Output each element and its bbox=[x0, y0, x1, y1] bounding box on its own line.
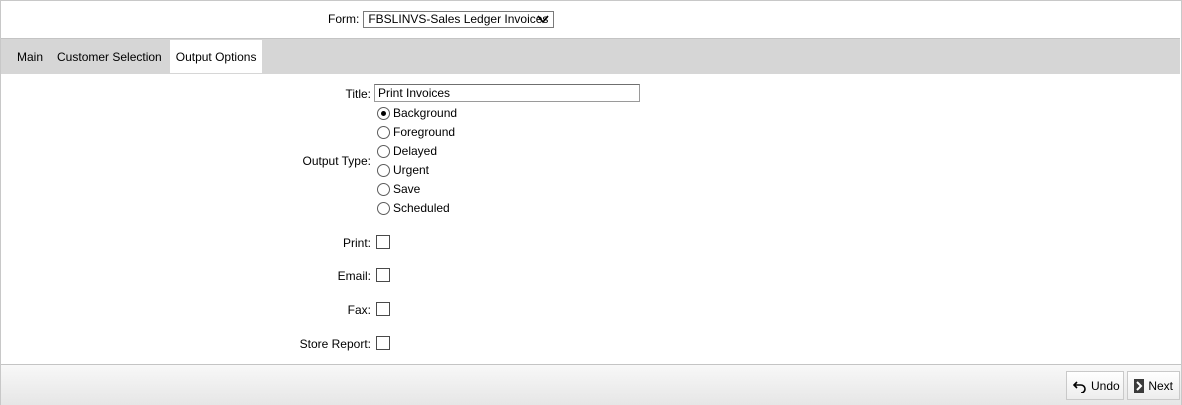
email-label: Email: bbox=[337, 269, 371, 283]
print-label: Print: bbox=[342, 236, 371, 250]
radio-button[interactable] bbox=[377, 106, 390, 120]
output-type-label: Output Type: bbox=[302, 154, 372, 168]
tab-bar: Main Customer Selection Output Options bbox=[1, 38, 1180, 74]
store-report-checkbox[interactable] bbox=[376, 336, 390, 350]
form-label: Form: bbox=[328, 12, 360, 26]
radio-label: Scheduled bbox=[393, 201, 450, 215]
tab-output-options[interactable]: Output Options bbox=[169, 40, 263, 73]
radio-background[interactable]: Background bbox=[377, 105, 457, 121]
radio-button[interactable] bbox=[377, 144, 390, 158]
form-selector-row: Form: FBSLINVS-Sales Ledger Invoices bbox=[328, 10, 555, 28]
footer-bar: Undo Next bbox=[1, 364, 1181, 405]
tab-customer-selection[interactable]: Customer Selection bbox=[51, 40, 168, 73]
tab-label: Main bbox=[17, 49, 44, 64]
radio-label: Delayed bbox=[393, 144, 438, 158]
chevron-right-icon bbox=[1134, 378, 1145, 393]
form-select[interactable]: FBSLINVS-Sales Ledger Invoices bbox=[363, 10, 555, 28]
radio-button[interactable] bbox=[377, 163, 390, 177]
next-button[interactable]: Next bbox=[1127, 371, 1180, 400]
print-checkbox[interactable] bbox=[376, 235, 390, 249]
radio-delayed[interactable]: Delayed bbox=[377, 143, 437, 159]
radio-scheduled[interactable]: Scheduled bbox=[377, 200, 450, 216]
store-report-label: Store Report: bbox=[299, 337, 371, 351]
email-checkbox[interactable] bbox=[376, 268, 390, 282]
radio-label: Foreground bbox=[393, 125, 456, 139]
chevron-down-icon bbox=[537, 13, 549, 25]
tab-label: Customer Selection bbox=[57, 49, 162, 64]
radio-button[interactable] bbox=[377, 182, 390, 196]
radio-urgent[interactable]: Urgent bbox=[377, 162, 429, 178]
radio-foreground[interactable]: Foreground bbox=[377, 124, 455, 140]
radio-save[interactable]: Save bbox=[377, 181, 420, 197]
title-input[interactable] bbox=[374, 84, 640, 102]
tab-main[interactable]: Main bbox=[11, 40, 49, 73]
radio-label: Urgent bbox=[393, 163, 430, 177]
undo-label: Undo bbox=[1091, 378, 1120, 393]
form-select-value: FBSLINVS-Sales Ledger Invoices bbox=[368, 12, 549, 26]
undo-arrow-icon bbox=[1073, 379, 1087, 393]
radio-button[interactable] bbox=[377, 201, 390, 215]
fax-checkbox[interactable] bbox=[376, 302, 390, 316]
radio-label: Background bbox=[393, 106, 458, 120]
next-label: Next bbox=[1148, 378, 1173, 393]
title-label: Title: bbox=[345, 87, 371, 101]
radio-label: Save bbox=[393, 182, 421, 196]
fax-label: Fax: bbox=[347, 303, 371, 317]
radio-button[interactable] bbox=[377, 125, 390, 139]
tab-label: Output Options bbox=[175, 49, 257, 64]
undo-button[interactable]: Undo bbox=[1066, 371, 1124, 400]
